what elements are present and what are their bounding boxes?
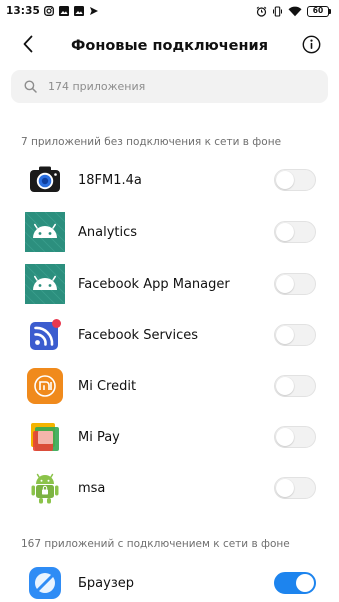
toggle-knob xyxy=(276,428,294,446)
info-circle-icon xyxy=(302,35,321,58)
app-row[interactable]: Facebook App Manager xyxy=(0,259,339,309)
send-icon xyxy=(89,6,100,17)
header: Фоновые подключения xyxy=(0,28,339,64)
search-icon xyxy=(23,80,37,94)
instagram-icon xyxy=(44,6,55,17)
app-row[interactable]: Браузер xyxy=(0,558,339,602)
app-row[interactable]: Mi Pay xyxy=(0,412,339,462)
back-button[interactable] xyxy=(18,35,38,57)
toggle-knob xyxy=(276,171,294,189)
app-name: Браузер xyxy=(78,575,134,591)
page-title: Фоновые подключения xyxy=(70,38,269,54)
section-header-with-background: 167 приложений с подключением к сети в ф… xyxy=(21,538,290,550)
image-icon xyxy=(74,6,85,17)
app-name: Analytics xyxy=(78,224,138,240)
background-network-toggle[interactable] xyxy=(274,273,316,295)
toggle-knob xyxy=(296,574,314,592)
battery-level: 60 xyxy=(307,5,329,17)
background-network-toggle[interactable] xyxy=(274,375,316,397)
camera-app-icon xyxy=(25,160,65,200)
info-button[interactable] xyxy=(301,35,321,58)
background-network-toggle[interactable] xyxy=(274,426,316,448)
search-bar[interactable] xyxy=(11,70,328,103)
app-name: 18FM1.4a xyxy=(78,172,142,188)
battery-indicator: 60 xyxy=(307,5,331,17)
vibrate-icon xyxy=(272,5,283,17)
status-bar: 13:35 60 xyxy=(0,0,339,22)
app-name: Mi Credit xyxy=(78,378,137,394)
app-name: Facebook App Manager xyxy=(78,276,230,292)
app-row[interactable]: msa xyxy=(0,463,339,513)
background-network-toggle[interactable] xyxy=(274,572,316,594)
android-lock-app-icon xyxy=(25,468,65,508)
toggle-knob xyxy=(276,275,294,293)
toggle-knob xyxy=(276,223,294,241)
app-name: Facebook Services xyxy=(78,327,199,343)
app-name: Mi Pay xyxy=(78,429,120,445)
mi-credit-app-icon xyxy=(25,366,65,406)
toggle-knob xyxy=(276,377,294,395)
app-row[interactable]: 18FM1.4a xyxy=(0,155,339,205)
android-app-icon xyxy=(25,264,65,304)
app-row[interactable]: Facebook Services xyxy=(0,310,339,360)
wifi-icon xyxy=(288,6,302,17)
chevron-left-icon xyxy=(22,35,34,57)
app-row[interactable]: Analytics xyxy=(0,207,339,257)
app-row[interactable]: Mi Credit xyxy=(0,361,339,411)
toggle-knob xyxy=(276,479,294,497)
alarm-icon xyxy=(256,6,267,17)
app-name: msa xyxy=(78,480,106,496)
section-header-no-background: 7 приложений без подключения к сети в фо… xyxy=(21,136,282,148)
image-icon xyxy=(59,6,70,17)
android-app-icon xyxy=(25,212,65,252)
background-network-toggle[interactable] xyxy=(274,169,316,191)
search-input[interactable] xyxy=(48,80,308,93)
rss-app-icon xyxy=(25,315,65,355)
background-network-toggle[interactable] xyxy=(274,477,316,499)
browser-app-icon xyxy=(25,563,65,602)
mi-pay-app-icon xyxy=(25,417,65,457)
background-network-toggle[interactable] xyxy=(274,221,316,243)
toggle-knob xyxy=(276,326,294,344)
status-time: 13:35 xyxy=(6,5,40,17)
background-network-toggle[interactable] xyxy=(274,324,316,346)
battery-tip xyxy=(329,8,331,14)
